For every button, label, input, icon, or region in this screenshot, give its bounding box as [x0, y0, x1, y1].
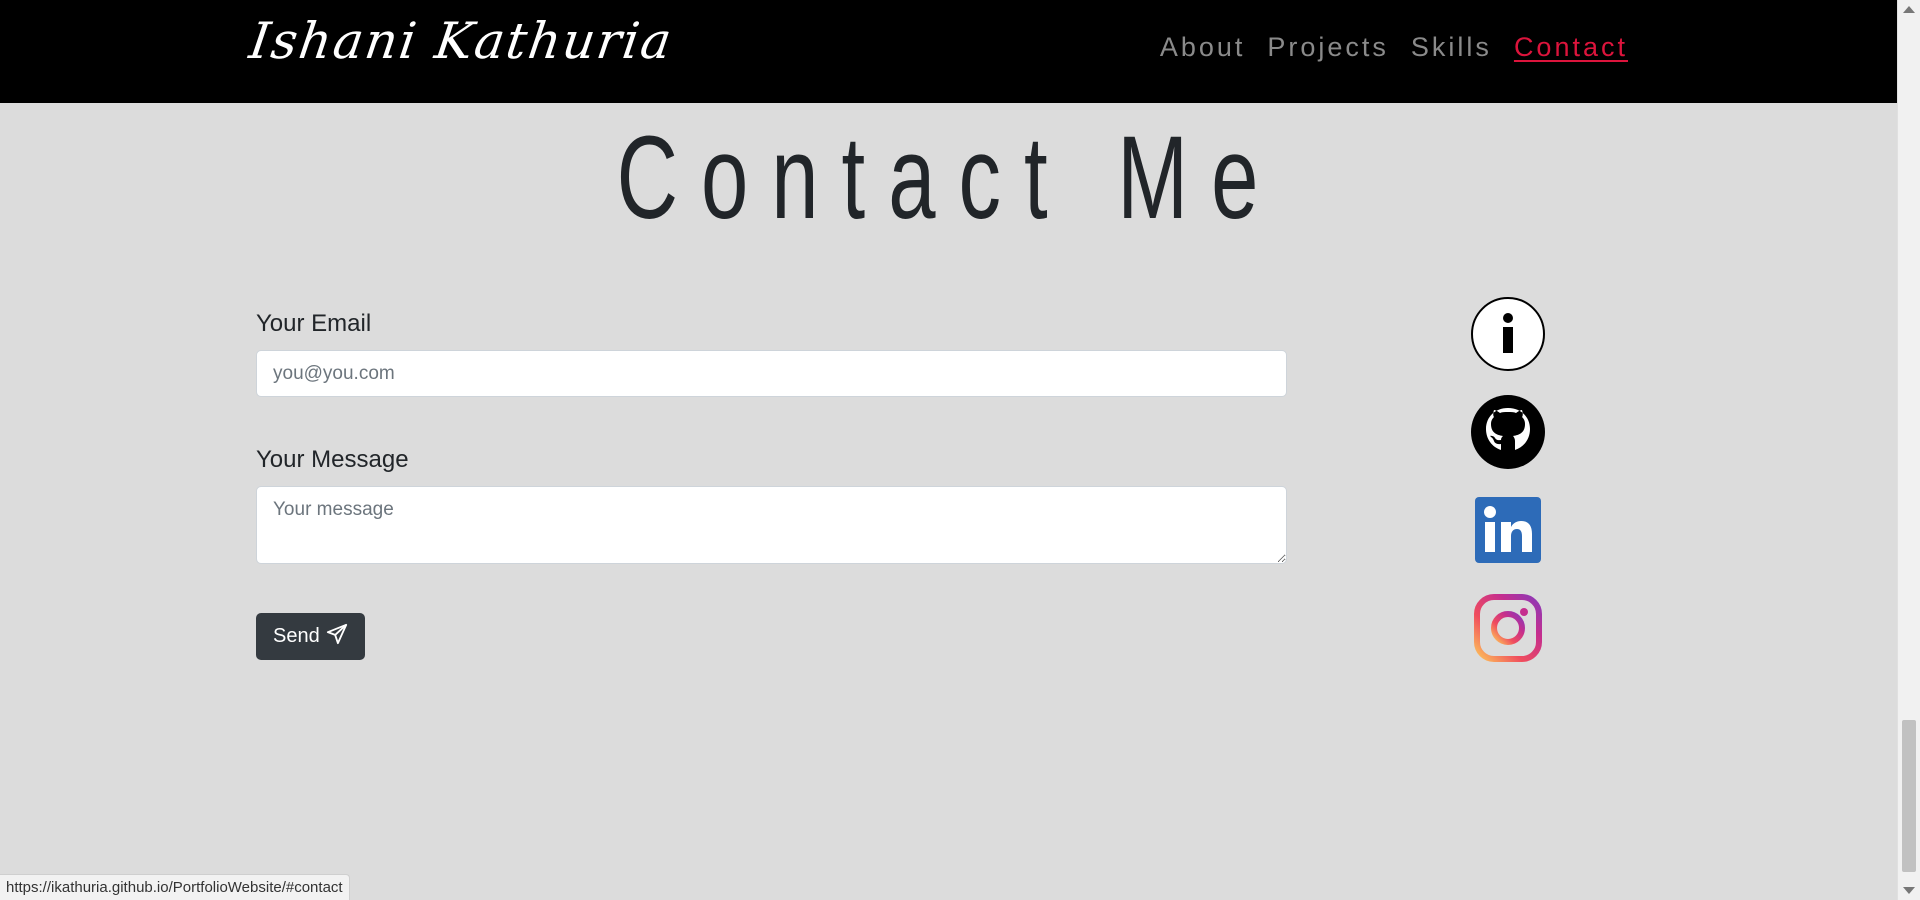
nav-link-about[interactable]: About [1160, 32, 1246, 63]
status-bar-url: https://ikathuria.github.io/PortfolioWeb… [0, 874, 350, 900]
linkedin-link[interactable] [1470, 492, 1546, 568]
social-links [1470, 296, 1546, 688]
email-group: Your Email [256, 310, 1287, 397]
github-link[interactable] [1470, 394, 1546, 470]
brand-logo[interactable]: Ishani Kathuria [246, 12, 677, 70]
scrollbar[interactable] [1897, 0, 1920, 900]
navbar: Ishani Kathuria About Projects Skills Co… [0, 0, 1898, 103]
instagram-icon [1470, 590, 1546, 666]
nav-link-contact[interactable]: Contact [1514, 32, 1628, 63]
scroll-down-icon[interactable] [1903, 887, 1915, 894]
send-button[interactable]: Send [256, 613, 365, 660]
message-field[interactable] [256, 486, 1287, 564]
linkedin-icon [1470, 492, 1546, 568]
email-label: Your Email [256, 310, 372, 337]
page: Ishani Kathuria About Projects Skills Co… [0, 0, 1920, 900]
send-label: Send [273, 625, 320, 647]
instagram-link[interactable] [1470, 590, 1546, 666]
info-icon [1470, 296, 1546, 372]
nav-link-skills[interactable]: Skills [1411, 32, 1492, 63]
scroll-thumb[interactable] [1902, 720, 1916, 872]
paper-plane-icon [326, 623, 348, 651]
page-title: Contact Me [616, 112, 1282, 244]
github-icon [1470, 394, 1546, 470]
nav-menu: About Projects Skills Contact [1160, 32, 1628, 63]
nav-link-projects[interactable]: Projects [1267, 32, 1389, 63]
info-link[interactable] [1470, 296, 1546, 372]
message-group: Your Message [256, 446, 1287, 569]
email-field[interactable] [256, 350, 1287, 397]
message-label: Your Message [256, 446, 409, 473]
scroll-up-icon[interactable] [1903, 6, 1915, 13]
contact-form: Your Email Your Message Send [256, 310, 1287, 660]
